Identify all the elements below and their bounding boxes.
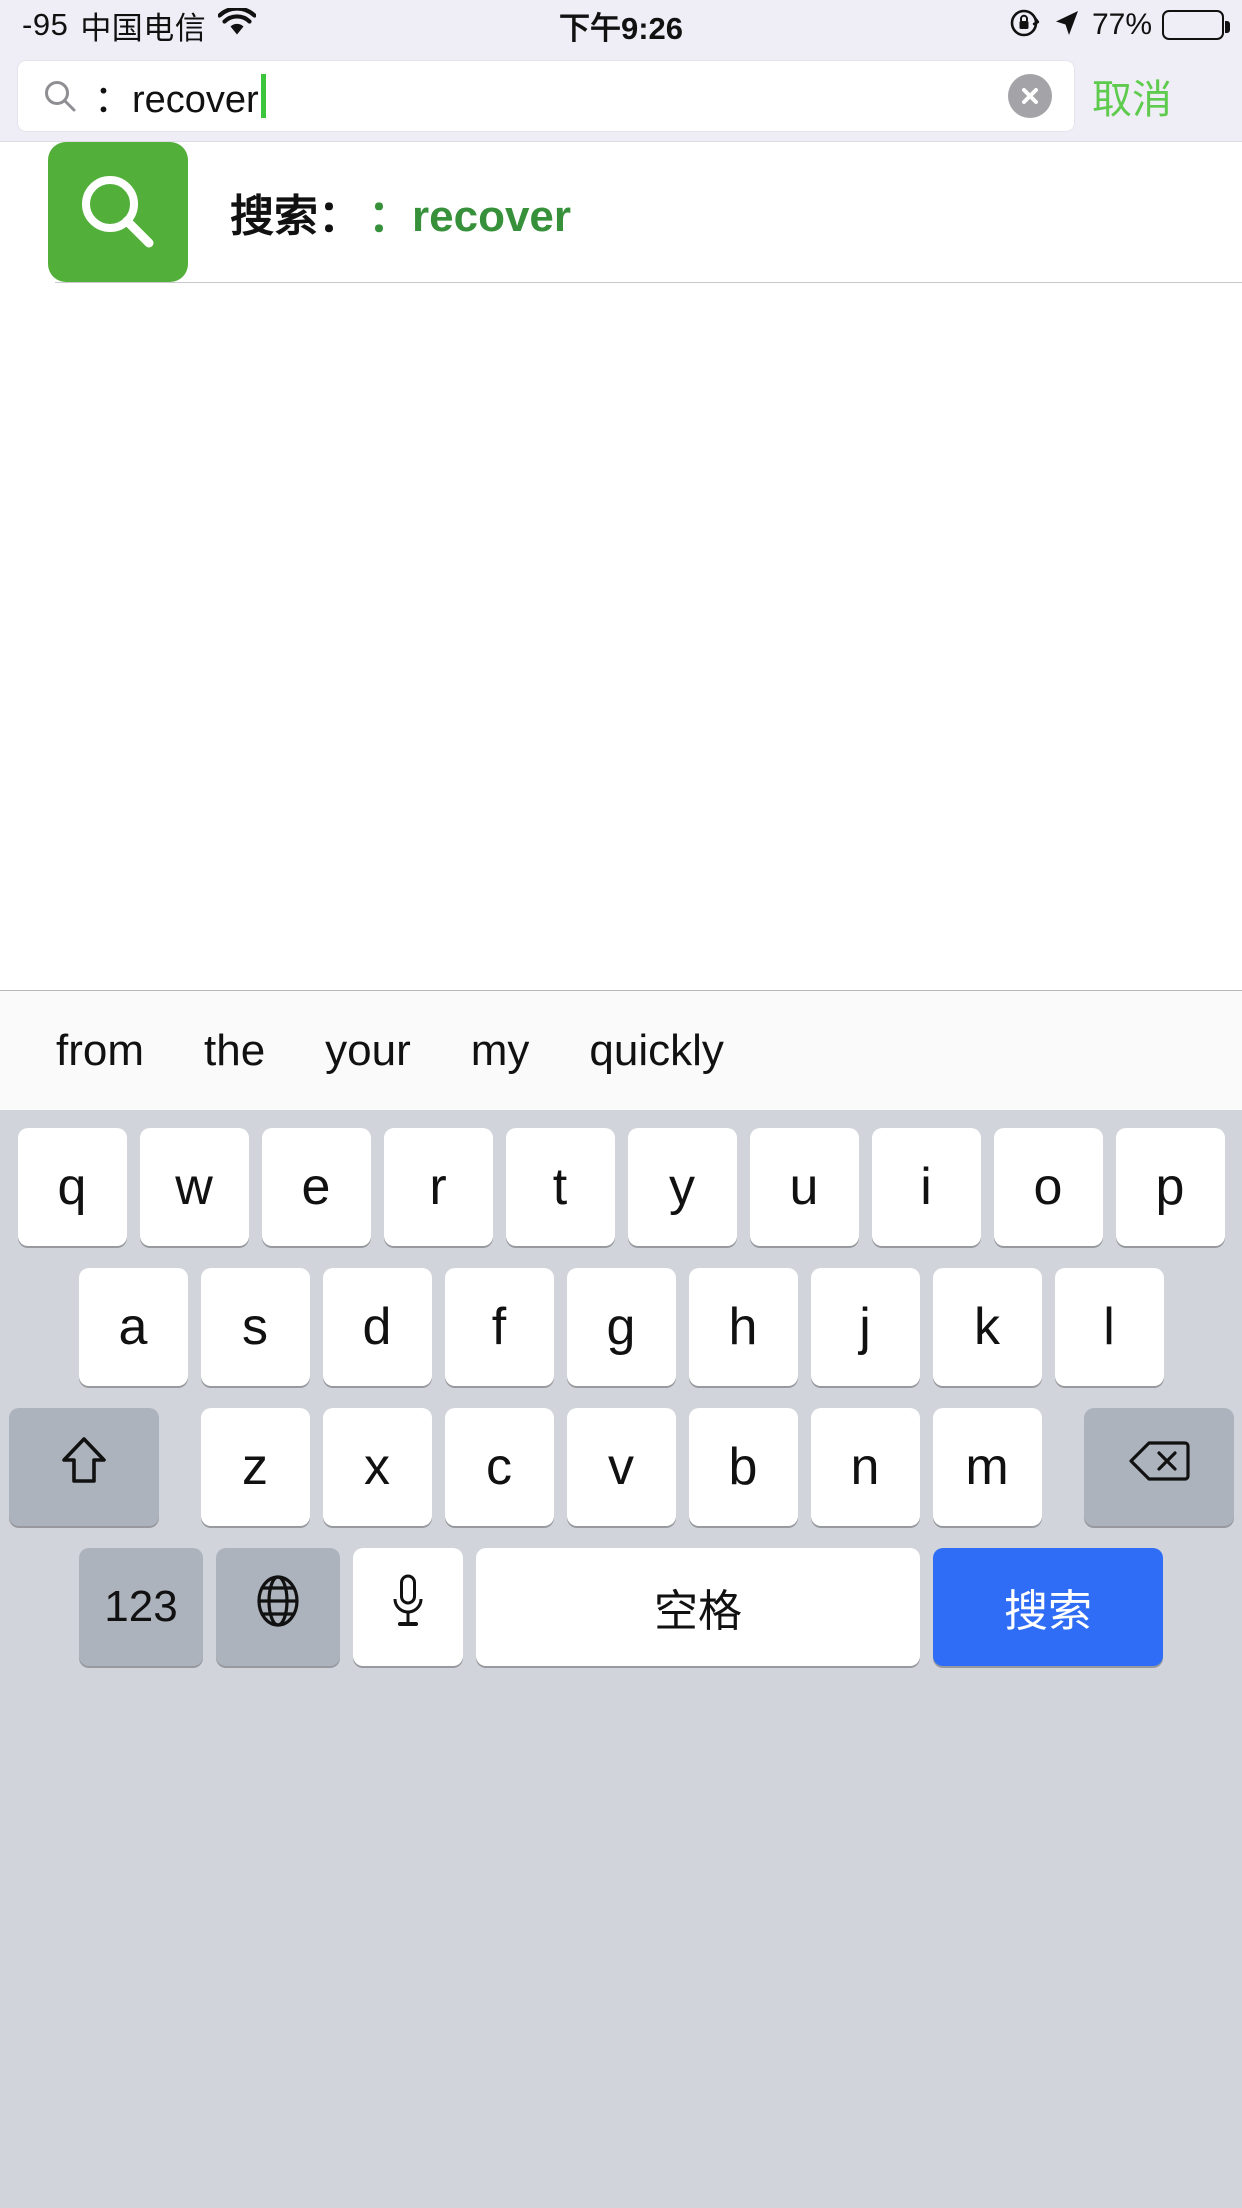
list-item-label: 搜索： ：recover: [230, 180, 571, 244]
key-o[interactable]: o: [993, 1128, 1103, 1246]
key-k[interactable]: k: [932, 1268, 1042, 1386]
status-bar-right: 77%: [1008, 6, 1230, 45]
search-input[interactable]: ：recover: [18, 60, 1074, 131]
keyboard-row-1: q w e r t y u i o p: [0, 1128, 1242, 1246]
key-t[interactable]: t: [505, 1128, 615, 1246]
search-input-value: ：recover: [94, 79, 259, 121]
result-prefix: 搜索：: [230, 192, 362, 241]
keyboard-row-4: 123 空格 搜索: [0, 1548, 1242, 1666]
key-a[interactable]: a: [78, 1268, 188, 1386]
prediction-1[interactable]: the: [174, 1026, 295, 1076]
key-y[interactable]: y: [627, 1128, 737, 1246]
key-v[interactable]: v: [566, 1408, 676, 1526]
key-b[interactable]: b: [688, 1408, 798, 1526]
screen: -95 中国电信 下午9:26 77% ：recover 取消 搜索： ：rec…: [0, 0, 1242, 2208]
microphone-icon: [388, 1572, 428, 1643]
list-item[interactable]: 搜索： ：recover: [0, 142, 1242, 282]
backspace-icon: [1127, 1437, 1191, 1498]
key-q[interactable]: q: [17, 1128, 127, 1246]
key-z[interactable]: z: [200, 1408, 310, 1526]
key-l[interactable]: l: [1054, 1268, 1164, 1386]
key-i[interactable]: i: [871, 1128, 981, 1246]
shift-key[interactable]: [8, 1408, 159, 1526]
key-r[interactable]: r: [383, 1128, 493, 1246]
key-w[interactable]: w: [139, 1128, 249, 1246]
key-c[interactable]: c: [444, 1408, 554, 1526]
prediction-2[interactable]: your: [295, 1026, 441, 1076]
key-m[interactable]: m: [932, 1408, 1042, 1526]
key-s[interactable]: s: [200, 1268, 310, 1386]
prediction-3[interactable]: my: [441, 1026, 560, 1076]
cancel-button[interactable]: 取消: [1092, 67, 1172, 125]
result-query: ：recover: [368, 192, 572, 241]
prediction-4[interactable]: quickly: [559, 1026, 754, 1076]
keyboard-keys: q w e r t y u i o p a s d f g h j k l z …: [0, 1110, 1242, 2208]
location-arrow-icon: [1052, 8, 1082, 43]
globe-icon: [251, 1572, 305, 1643]
keyboard: from the your my quickly q w e r t y u i…: [0, 990, 1242, 2208]
key-p[interactable]: p: [1115, 1128, 1225, 1246]
numbers-key[interactable]: 123: [79, 1548, 203, 1666]
keyboard-row-2: a s d f g h j k l: [0, 1268, 1242, 1386]
keyboard-row-3: z x c v b n m: [0, 1408, 1242, 1526]
battery-percent-label: 77%: [1091, 8, 1152, 41]
key-j[interactable]: j: [810, 1268, 920, 1386]
key-u[interactable]: u: [749, 1128, 859, 1246]
globe-key[interactable]: [216, 1548, 340, 1666]
search-input-text: ：recover: [94, 68, 266, 123]
rotation-lock-icon: [1008, 6, 1042, 45]
predictive-text-bar: from the your my quickly: [0, 990, 1242, 1110]
space-key[interactable]: 空格: [476, 1548, 920, 1666]
delete-key[interactable]: [1083, 1408, 1234, 1526]
text-caret: [260, 73, 266, 118]
key-n[interactable]: n: [810, 1408, 920, 1526]
battery-icon: [1162, 10, 1230, 40]
key-x[interactable]: x: [322, 1408, 432, 1526]
search-tile-icon: [48, 142, 188, 282]
status-bar: -95 中国电信 下午9:26 77%: [0, 0, 1242, 50]
search-bar: ：recover 取消: [0, 50, 1242, 142]
search-icon: [42, 78, 78, 114]
key-g[interactable]: g: [566, 1268, 676, 1386]
key-h[interactable]: h: [688, 1268, 798, 1386]
key-e[interactable]: e: [261, 1128, 371, 1246]
key-d[interactable]: d: [322, 1268, 432, 1386]
prediction-0[interactable]: from: [26, 1026, 174, 1076]
microphone-key[interactable]: [353, 1548, 463, 1666]
key-f[interactable]: f: [444, 1268, 554, 1386]
list-separator: [55, 282, 1242, 283]
search-return-key[interactable]: 搜索: [933, 1548, 1163, 1666]
shift-icon: [57, 1433, 111, 1502]
clear-search-button[interactable]: [1008, 73, 1052, 118]
